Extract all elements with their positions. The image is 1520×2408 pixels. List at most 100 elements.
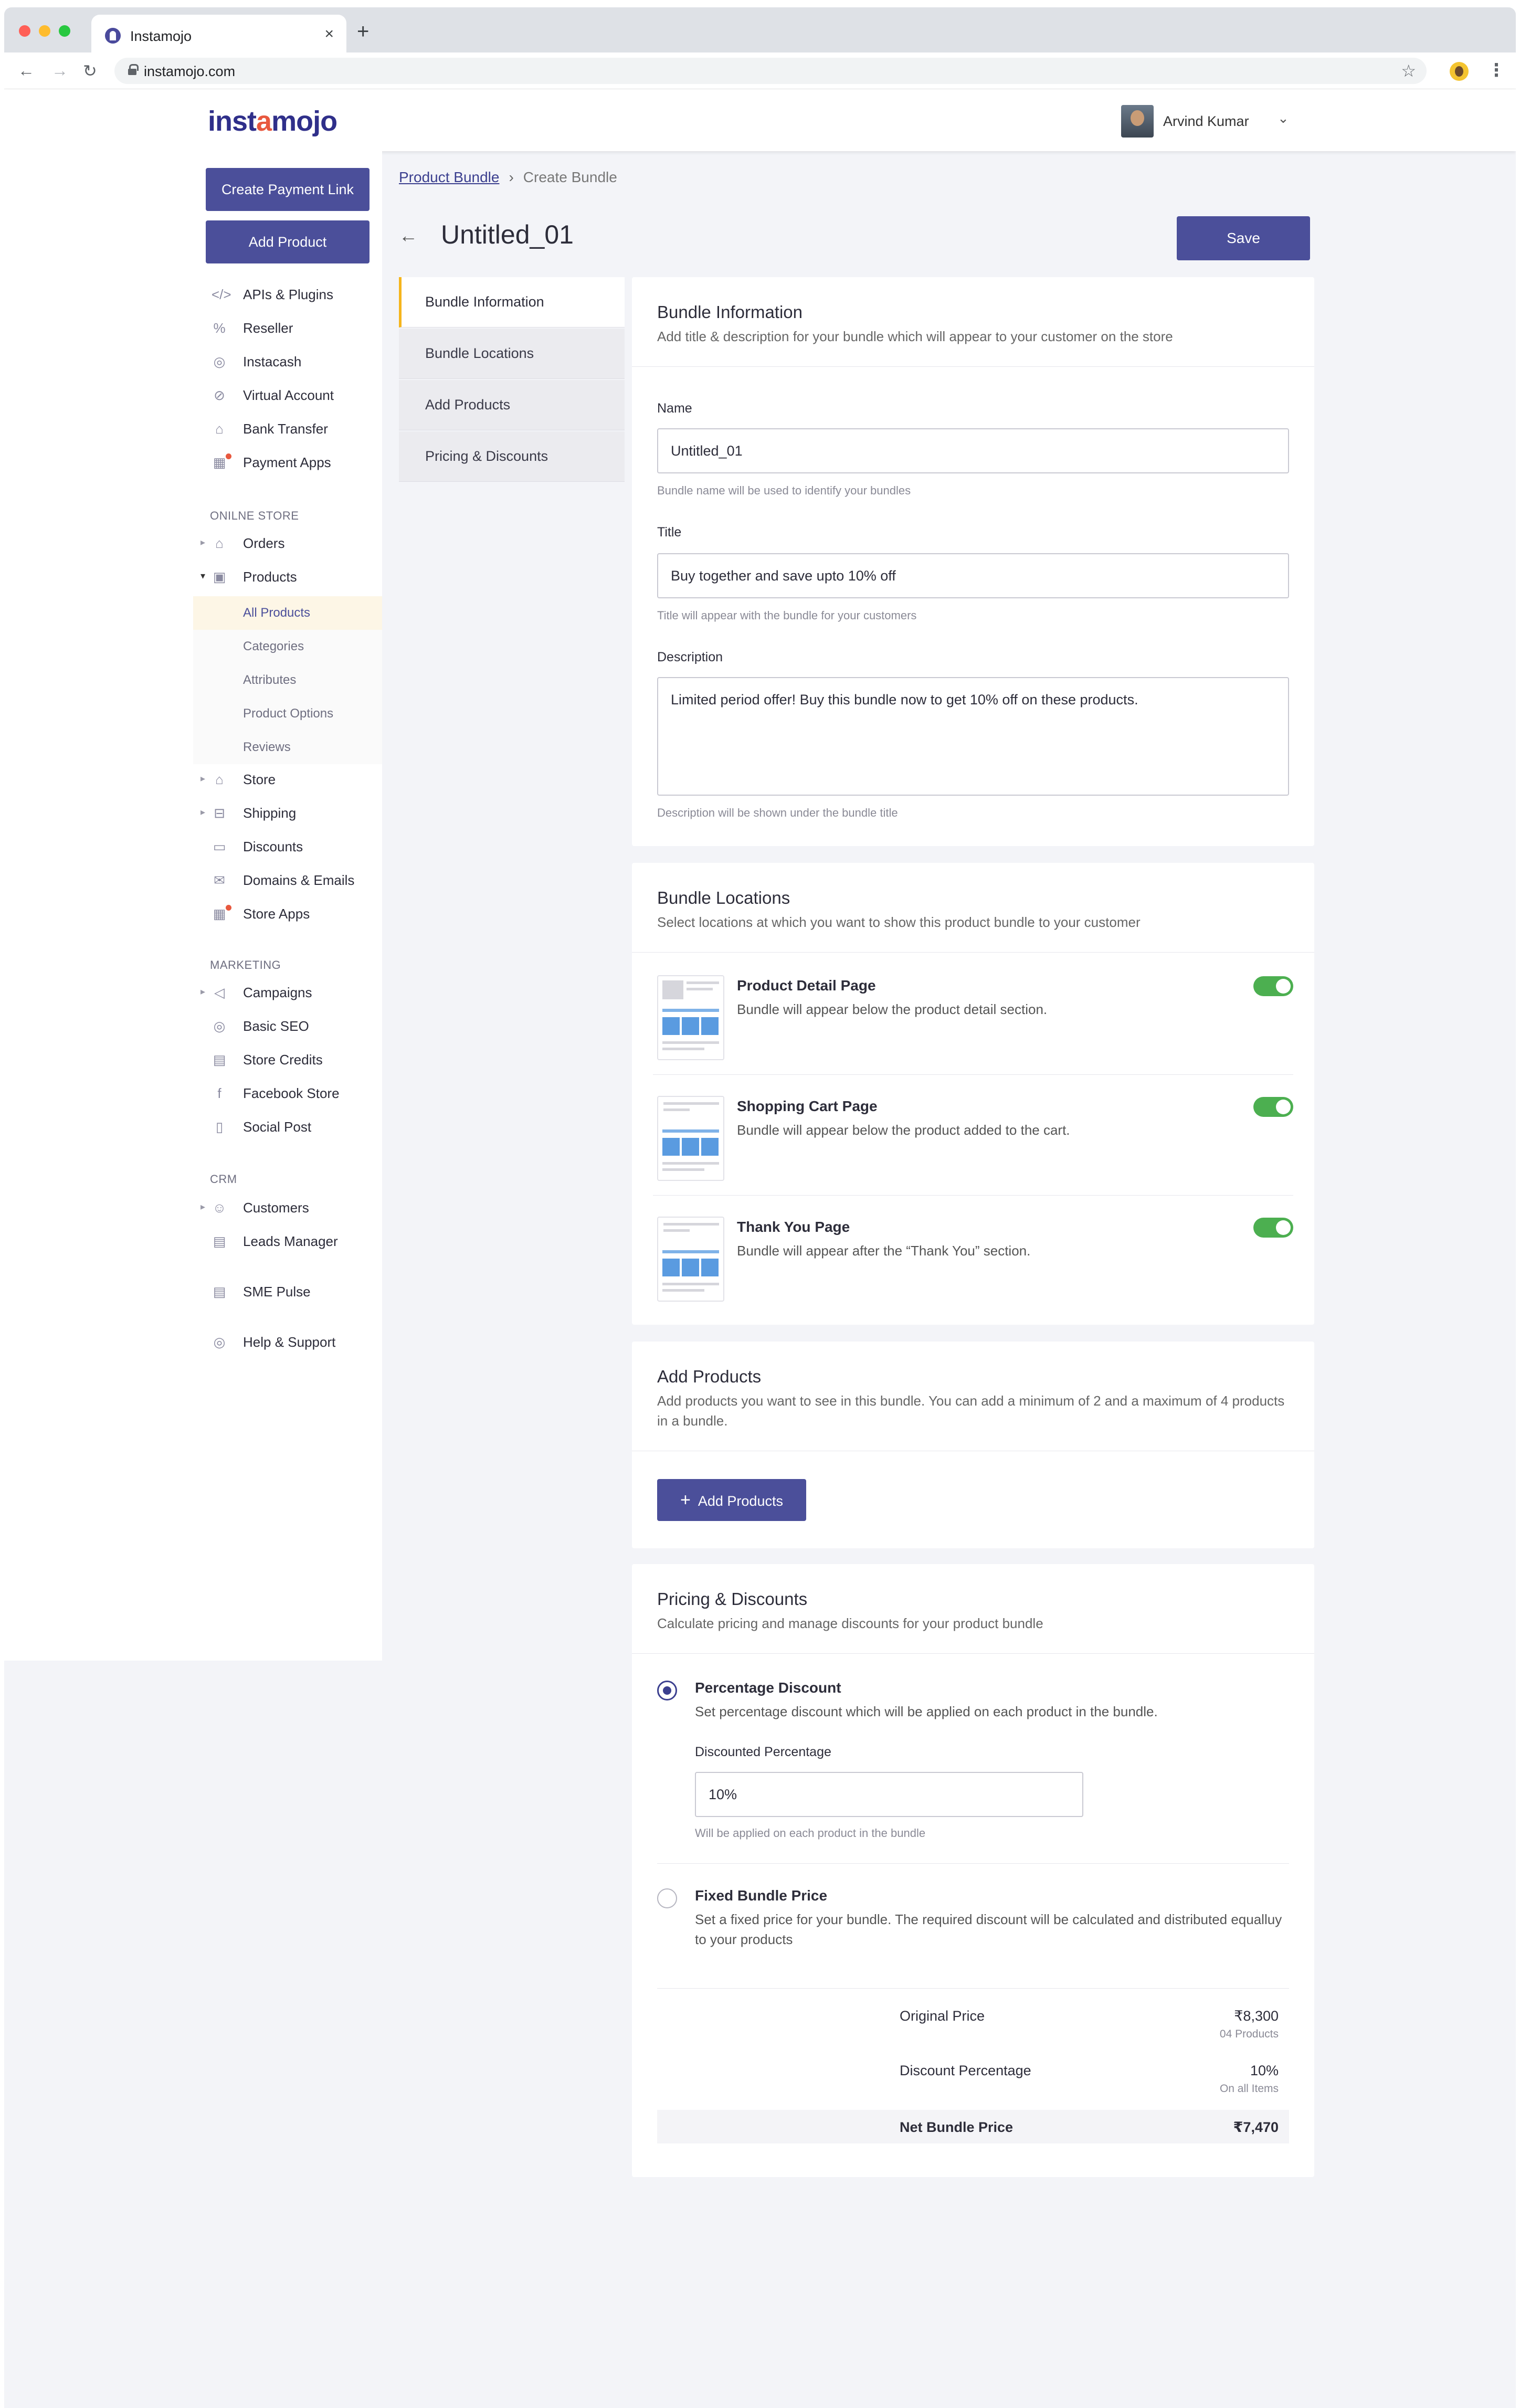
sidebar-item-store-apps[interactable]: ▦ Store Apps — [4, 899, 382, 929]
sidebar-item-sme-pulse[interactable]: ▤ SME Pulse — [4, 1276, 382, 1307]
store-icon: ⌂ — [215, 772, 224, 787]
product-detail-toggle[interactable] — [1253, 976, 1293, 996]
sidebar-item-instacash[interactable]: ◎ Instacash — [4, 346, 382, 377]
maximize-window-dot[interactable] — [59, 25, 70, 37]
sidebar-item-orders[interactable]: ▸ ⌂ Orders — [4, 528, 382, 558]
tab-bundle-information[interactable]: Bundle Information — [399, 277, 625, 328]
sidebar-item-apis-plugins[interactable]: </> APIs & Plugins — [4, 279, 382, 310]
sidebar-item-shipping[interactable]: ▸ ⊟ Shipping — [4, 798, 382, 828]
browser-menu-icon[interactable]: ⋮ — [1487, 60, 1505, 81]
sidebar-item-store-credits[interactable]: ▤ Store Credits — [4, 1044, 382, 1075]
forward-arrow-icon[interactable]: → — [51, 61, 68, 80]
reload-icon[interactable]: ↻ — [83, 61, 97, 81]
location-product-detail: Product Detail Page Bundle will appear b… — [653, 954, 1293, 1075]
thank-you-toggle[interactable] — [1253, 1218, 1293, 1238]
product-detail-thumbnail — [657, 975, 724, 1060]
percentage-discount-radio[interactable] — [657, 1681, 677, 1701]
caret-right-icon: ▸ — [200, 986, 206, 997]
fixed-bundle-price-radio[interactable] — [657, 1888, 677, 1908]
facebook-icon: f — [217, 1085, 221, 1101]
name-hint: Bundle name will be used to identify you… — [657, 484, 911, 497]
discount-icon: ▭ — [213, 839, 226, 854]
description-textarea[interactable]: Limited period offer! Buy this bundle no… — [657, 677, 1289, 796]
breadcrumb-link-product-bundle[interactable]: Product Bundle — [399, 169, 499, 185]
add-products-button[interactable]: + Add Products — [657, 1479, 806, 1521]
location-title: Product Detail Page — [737, 977, 876, 994]
sidebar-item-basic-seo[interactable]: ◎ Basic SEO — [4, 1011, 382, 1041]
new-tab-icon[interactable]: + — [357, 20, 369, 44]
sidebar-item-domains-emails[interactable]: ✉ Domains & Emails — [4, 865, 382, 895]
percentage-discount-description: Set percentage discount which will be ap… — [695, 1704, 1158, 1719]
sidebar-item-bank-transfer[interactable]: ⌂ Bank Transfer — [4, 414, 382, 444]
sidebar-subitem-product-options[interactable]: Product Options — [193, 697, 382, 731]
bundle-locations-heading: Bundle Locations — [657, 888, 790, 907]
caret-down-icon: ▾ — [200, 571, 206, 581]
bookmark-star-icon[interactable]: ☆ — [1401, 61, 1416, 81]
code-icon: </> — [212, 287, 231, 302]
sidebar-item-help-support[interactable]: ◎ Help & Support — [4, 1327, 382, 1357]
tab-pricing-discounts[interactable]: Pricing & Discounts — [399, 431, 625, 482]
tab-bundle-locations[interactable]: Bundle Locations — [399, 329, 625, 379]
avatar — [1121, 105, 1154, 138]
original-price-products: 04 Products — [1219, 2028, 1279, 2040]
megaphone-icon: ◁ — [214, 985, 225, 1000]
sidebar-item-products[interactable]: ▾ ▣ Products — [4, 562, 382, 592]
name-field[interactable]: Untitled_01 — [657, 428, 1289, 473]
caret-right-icon: ▸ — [200, 537, 206, 547]
sidebar-item-campaigns[interactable]: ▸ ◁ Campaigns — [4, 977, 382, 1008]
bundle-locations-card: Bundle Locations Select locations at whi… — [632, 863, 1314, 1325]
name-label: Name — [657, 401, 692, 416]
browser-tab[interactable]: Instamojo × — [91, 15, 346, 52]
description-label: Description — [657, 650, 723, 664]
add-product-button[interactable]: Add Product — [206, 220, 370, 263]
orders-icon: ⌂ — [215, 535, 224, 551]
address-bar-row: ← → ↻ instamojo.com ☆ ⋮ — [4, 52, 1516, 89]
sidebar-item-social-post[interactable]: ▯ Social Post — [4, 1112, 382, 1142]
sidebar-subitem-attributes[interactable]: Attributes — [193, 663, 382, 697]
pricing-subtitle: Calculate pricing and manage discounts f… — [657, 1615, 1043, 1631]
sidebar-item-virtual-account[interactable]: ⊘ Virtual Account — [4, 380, 382, 410]
location-description: Bundle will appear after the “Thank You”… — [737, 1243, 1031, 1259]
sidebar-item-customers[interactable]: ▸ ☺ Customers — [4, 1192, 382, 1223]
fixed-bundle-price-title: Fixed Bundle Price — [695, 1887, 828, 1904]
profile-extension-icon[interactable] — [1450, 62, 1469, 81]
discounted-percentage-input[interactable]: 10% — [695, 1772, 1083, 1817]
create-payment-link-button[interactable]: Create Payment Link — [206, 168, 370, 211]
back-arrow-icon[interactable]: ← — [399, 225, 418, 247]
tab-add-products[interactable]: Add Products — [399, 380, 625, 430]
minimize-window-dot[interactable] — [39, 25, 50, 37]
sidebar-subitem-reviews[interactable]: Reviews — [193, 731, 382, 764]
shopping-cart-toggle[interactable] — [1253, 1097, 1293, 1117]
location-description: Bundle will appear below the product det… — [737, 1001, 1048, 1017]
net-bundle-price-label: Net Bundle Price — [900, 2119, 1014, 2135]
section-marketing: MARKETING — [210, 958, 281, 971]
close-window-dot[interactable] — [19, 25, 30, 37]
sidebar-item-discounts[interactable]: ▭ Discounts — [4, 831, 382, 862]
cash-icon: ◎ — [213, 354, 226, 369]
save-button[interactable]: Save — [1177, 216, 1310, 260]
sidebar-subitem-categories[interactable]: Categories — [193, 630, 382, 663]
location-description: Bundle will appear below the product add… — [737, 1122, 1070, 1138]
close-tab-icon[interactable]: × — [324, 25, 334, 43]
discount-percentage-label: Discount Percentage — [900, 2063, 1031, 2078]
sidebar-item-facebook-store[interactable]: f Facebook Store — [4, 1078, 382, 1108]
url-text: instamojo.com — [144, 64, 236, 79]
breadcrumb: Product Bundle › Create Bundle — [399, 169, 617, 186]
divider — [632, 952, 1314, 953]
location-shopping-cart: Shopping Cart Page Bundle will appear be… — [653, 1075, 1293, 1196]
sidebar-subitem-all-products[interactable]: All Products — [193, 596, 382, 630]
sidebar-item-store[interactable]: ▸ ⌂ Store — [4, 764, 382, 795]
leads-icon: ▤ — [213, 1233, 226, 1249]
mail-icon: ✉ — [214, 872, 225, 888]
title-field[interactable]: Buy together and save upto 10% off — [657, 553, 1289, 598]
title-label: Title — [657, 525, 682, 540]
sidebar-item-reseller[interactable]: % Reseller — [4, 313, 382, 343]
shipping-icon: ⊟ — [214, 805, 225, 821]
url-bar[interactable]: instamojo.com ☆ — [114, 58, 1427, 84]
sidebar-item-leads-manager[interactable]: ▤ Leads Manager — [4, 1226, 382, 1256]
description-hint: Description will be shown under the bund… — [657, 806, 898, 819]
sidebar-item-payment-apps[interactable]: ▦ Payment Apps — [4, 447, 382, 478]
back-arrow-icon[interactable]: ← — [18, 61, 35, 80]
instamojo-logo[interactable]: instamojo — [208, 105, 337, 138]
browser-tab-title: Instamojo — [130, 28, 192, 44]
